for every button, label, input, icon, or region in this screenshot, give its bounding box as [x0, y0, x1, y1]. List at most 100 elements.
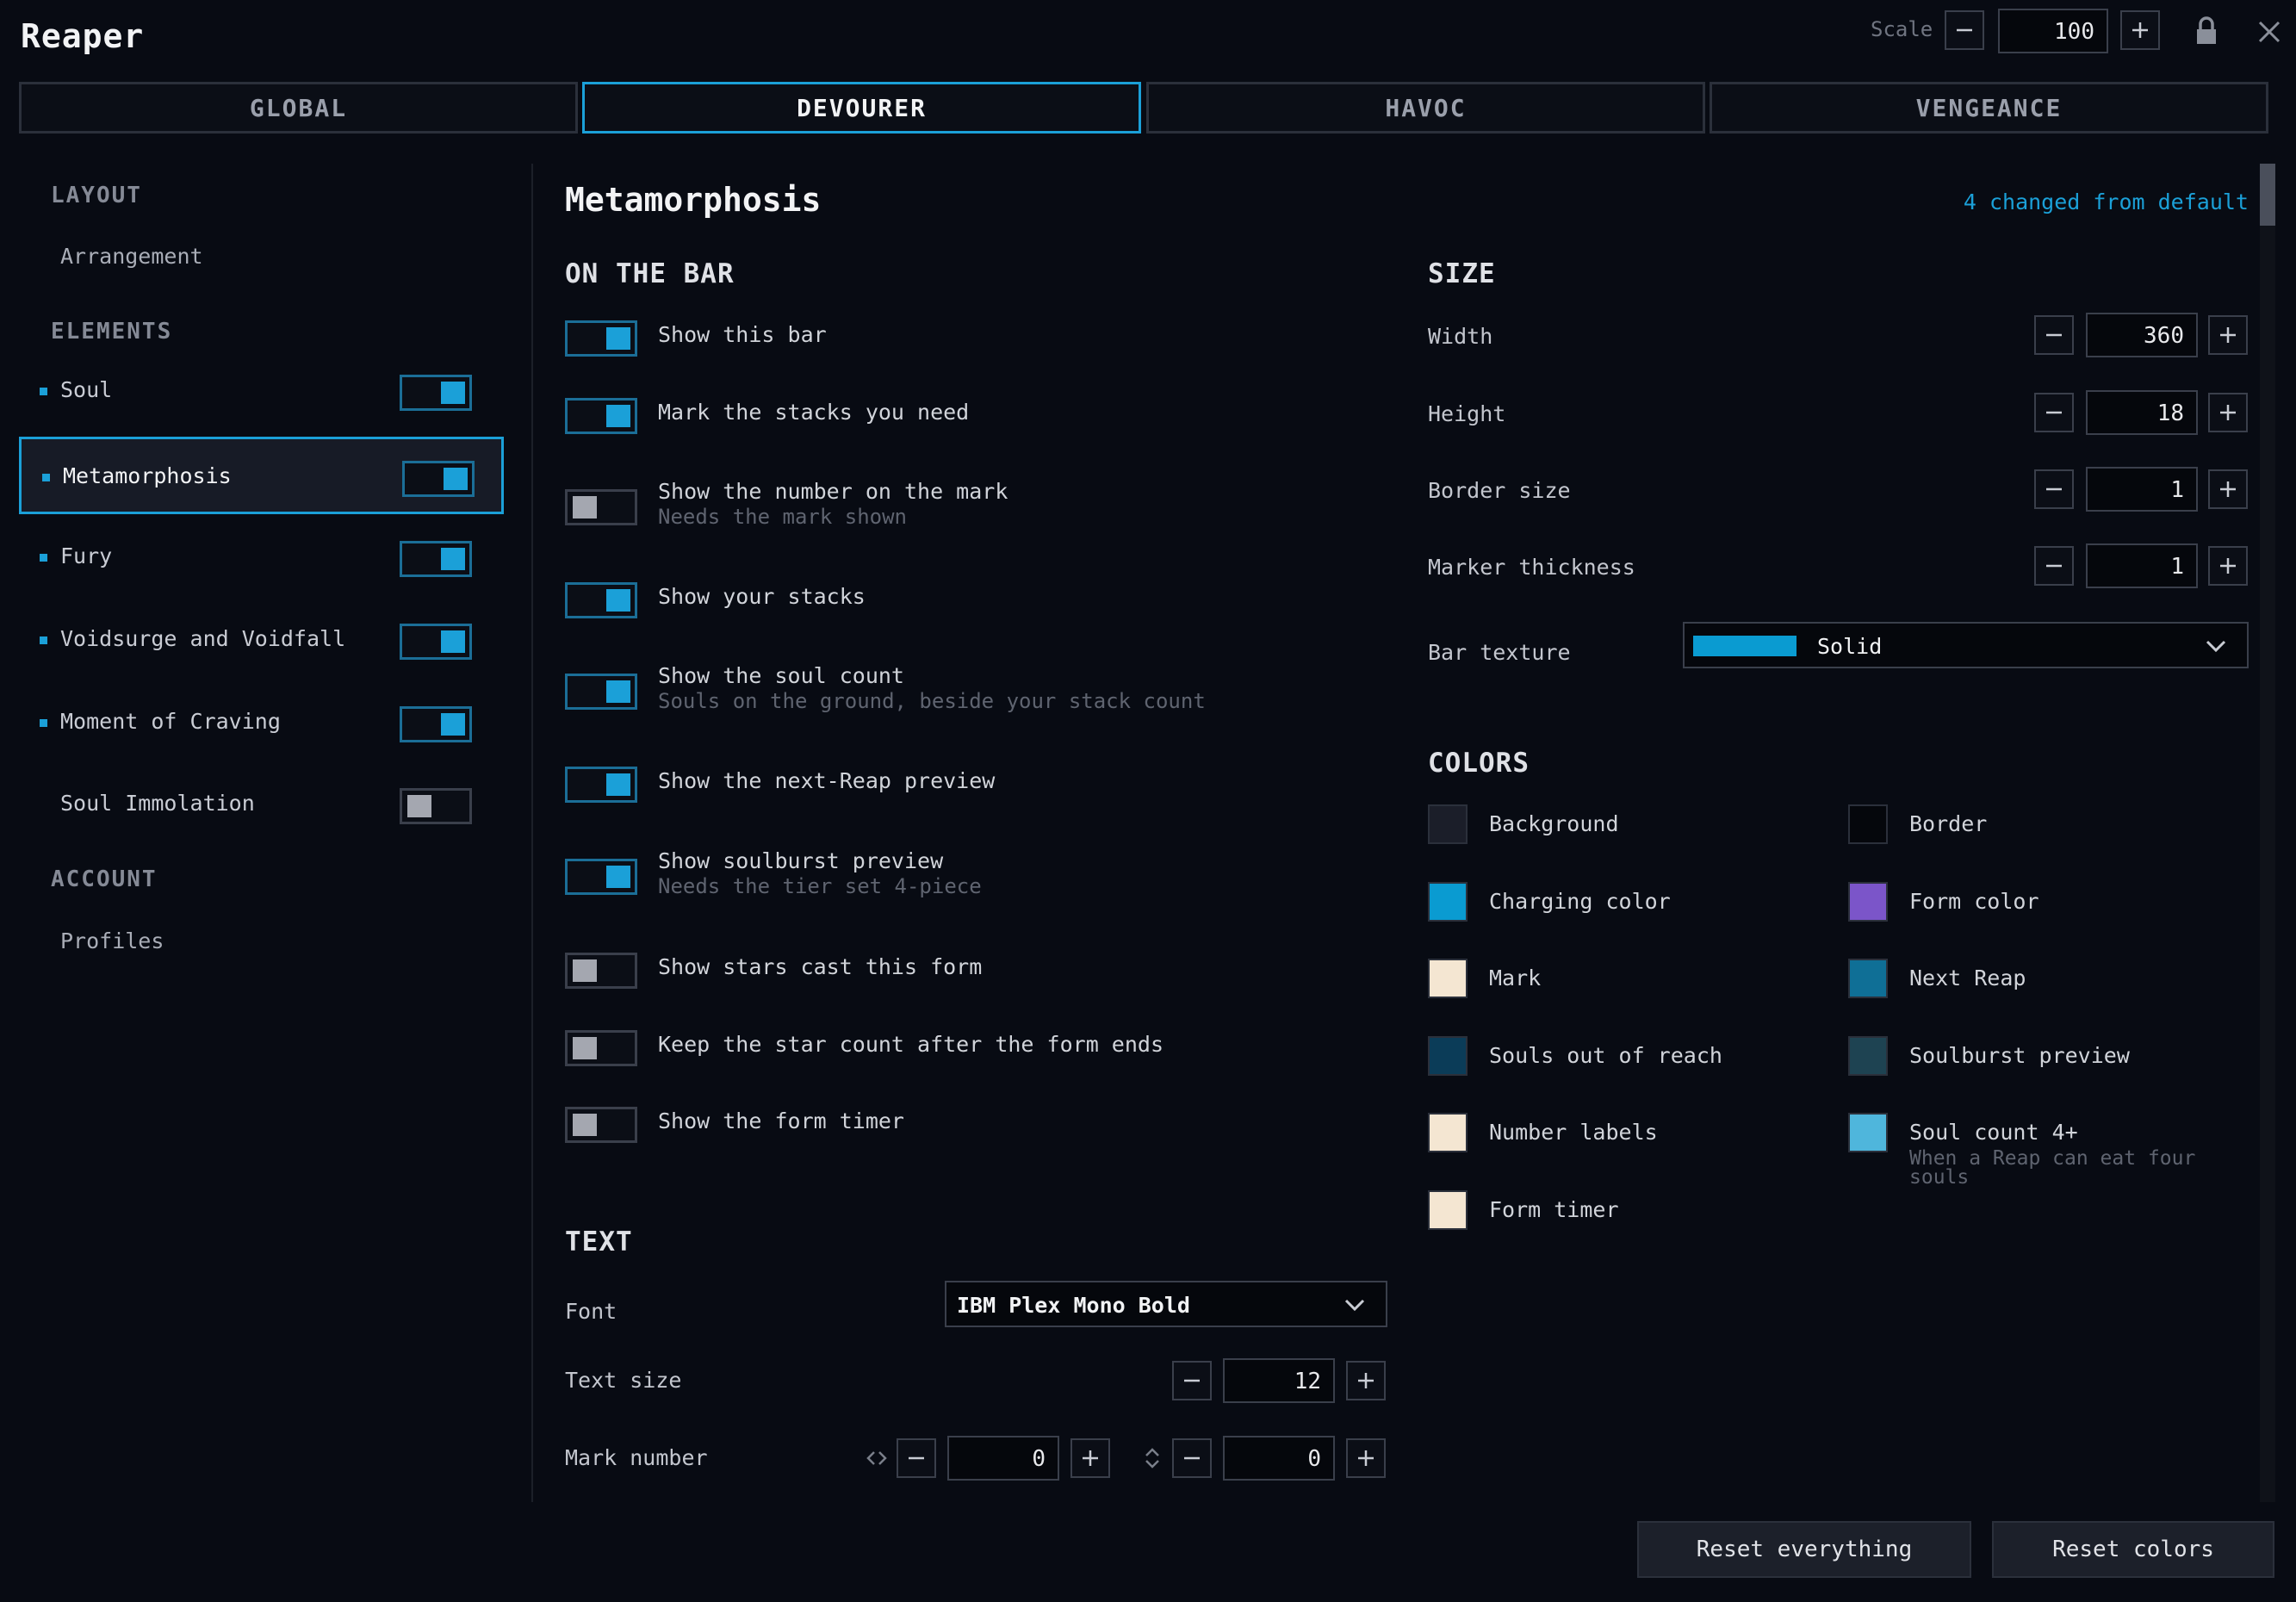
- scrollbar-thumb[interactable]: [2260, 164, 2275, 226]
- option-toggle[interactable]: [565, 674, 637, 710]
- mark-x-input[interactable]: 0: [947, 1436, 1059, 1481]
- scrollbar-track[interactable]: [2260, 164, 2275, 1502]
- plus-icon: [2220, 327, 2236, 343]
- sidebar-item-fury[interactable]: Fury: [19, 519, 504, 597]
- border-size-input[interactable]: 1: [2086, 467, 2198, 512]
- changed-from-default-link[interactable]: 4 changed from default: [1964, 189, 2249, 214]
- lock-icon[interactable]: [2193, 16, 2220, 47]
- mark-y-decrease-button[interactable]: [1172, 1438, 1212, 1478]
- text-size-decrease-button[interactable]: [1172, 1361, 1212, 1400]
- sidebar-divider: [531, 164, 533, 1502]
- bar-texture-label: Bar texture: [1428, 640, 1571, 665]
- height-decrease-button[interactable]: [2034, 393, 2074, 432]
- toggle-knob: [441, 713, 465, 736]
- sidebar-item-soul-immolation[interactable]: Soul Immolation: [19, 767, 504, 844]
- height-increase-button[interactable]: [2208, 393, 2248, 432]
- element-toggle[interactable]: [400, 375, 472, 411]
- scale-input[interactable]: 100: [1998, 9, 2108, 53]
- option-label: Show this bar: [658, 322, 827, 347]
- mark-color-swatch[interactable]: [1428, 959, 1468, 998]
- sidebar-item-profiles[interactable]: Profiles: [60, 928, 164, 953]
- option-toggle[interactable]: [565, 1107, 637, 1143]
- option-toggle[interactable]: [565, 320, 637, 357]
- toggle-knob: [606, 405, 630, 427]
- close-icon[interactable]: [2255, 17, 2284, 47]
- sidebar-item-moment-of-craving[interactable]: Moment of Craving: [19, 685, 504, 762]
- souls-out-of-reach-color-label: Souls out of reach: [1489, 1043, 1722, 1068]
- form-timer-color-swatch[interactable]: [1428, 1190, 1468, 1230]
- option-toggle[interactable]: [565, 582, 637, 618]
- width-increase-button[interactable]: [2208, 315, 2248, 355]
- bar-texture-value: Solid: [1817, 634, 1883, 659]
- toggle-knob: [444, 468, 468, 490]
- reset-colors-button[interactable]: Reset colors: [1992, 1521, 2274, 1578]
- scale-decrease-button[interactable]: [1945, 10, 1984, 50]
- toggle-knob: [573, 1037, 597, 1059]
- option-toggle[interactable]: [565, 489, 637, 525]
- border-size-increase-button[interactable]: [2208, 469, 2248, 509]
- number-labels-color-swatch[interactable]: [1428, 1113, 1468, 1152]
- text-size-label: Text size: [565, 1368, 682, 1393]
- option-label: Show soulburst preview: [658, 848, 944, 873]
- form-color-color-swatch[interactable]: [1848, 882, 1888, 922]
- plus-icon: [2220, 558, 2236, 574]
- option-label: Show the number on the mark: [658, 479, 1008, 504]
- toggle-knob: [441, 548, 465, 570]
- sidebar-item-soul[interactable]: Soul: [19, 353, 504, 431]
- border-size-decrease-button[interactable]: [2034, 469, 2074, 509]
- next-reap-color-swatch[interactable]: [1848, 959, 1888, 998]
- toggle-knob: [606, 866, 630, 888]
- mark-x-decrease-button[interactable]: [897, 1438, 936, 1478]
- option-toggle[interactable]: [565, 398, 637, 434]
- sidebar-item-voidsurge-and-voidfall[interactable]: Voidsurge and Voidfall: [19, 602, 504, 680]
- font-dropdown[interactable]: IBM Plex Mono Bold: [945, 1281, 1387, 1327]
- option-label: Mark the stacks you need: [658, 400, 970, 425]
- element-toggle[interactable]: [402, 461, 475, 497]
- tab-vengeance[interactable]: VENGEANCE: [1710, 82, 2268, 134]
- sidebar-item-metamorphosis[interactable]: Metamorphosis: [19, 437, 504, 514]
- marker-thickness-input[interactable]: 1: [2086, 543, 2198, 588]
- option-toggle[interactable]: [565, 953, 637, 989]
- element-toggle[interactable]: [400, 788, 472, 824]
- mark-x-increase-button[interactable]: [1070, 1438, 1110, 1478]
- width-input[interactable]: 360: [2086, 313, 2198, 357]
- soulburst-preview-color-swatch[interactable]: [1848, 1036, 1888, 1076]
- soulburst-preview-color-label: Soulburst preview: [1909, 1043, 2130, 1068]
- bar-texture-preview: [1693, 636, 1796, 656]
- text-size-input[interactable]: 12: [1223, 1358, 1335, 1403]
- element-toggle[interactable]: [400, 624, 472, 660]
- option-toggle[interactable]: [565, 1030, 637, 1066]
- mark-y-input[interactable]: 0: [1223, 1436, 1335, 1481]
- background-color-label: Background: [1489, 811, 1619, 836]
- option-toggle[interactable]: [565, 767, 637, 803]
- charging-color-color-swatch[interactable]: [1428, 882, 1468, 922]
- tab-havoc[interactable]: HAVOC: [1146, 82, 1705, 134]
- option-toggle[interactable]: [565, 859, 637, 895]
- background-color-swatch[interactable]: [1428, 804, 1468, 844]
- bar-texture-dropdown[interactable]: Solid: [1683, 622, 2249, 668]
- active-dot: [40, 554, 47, 562]
- border-color-swatch[interactable]: [1848, 804, 1888, 844]
- marker-thickness-decrease-button[interactable]: [2034, 546, 2074, 586]
- plus-icon: [2220, 405, 2236, 420]
- reset-everything-button[interactable]: Reset everything: [1637, 1521, 1971, 1578]
- text-size-increase-button[interactable]: [1346, 1361, 1386, 1400]
- tab-devourer[interactable]: DEVOURER: [582, 82, 1141, 134]
- sidebar-item-arrangement[interactable]: Arrangement: [60, 244, 203, 269]
- width-decrease-button[interactable]: [2034, 315, 2074, 355]
- element-toggle[interactable]: [400, 541, 472, 577]
- element-toggle[interactable]: [400, 706, 472, 742]
- soul-count-4-color-swatch[interactable]: [1848, 1113, 1888, 1152]
- tab-global[interactable]: GLOBAL: [19, 82, 578, 134]
- scale-increase-button[interactable]: [2120, 10, 2160, 50]
- mark-y-increase-button[interactable]: [1346, 1438, 1386, 1478]
- toggle-knob: [441, 382, 465, 404]
- marker-thickness-increase-button[interactable]: [2208, 546, 2248, 586]
- option-description: Needs the tier set 4-piece: [658, 874, 982, 898]
- form-timer-color-label: Form timer: [1489, 1197, 1619, 1222]
- minus-icon: [2046, 564, 2062, 568]
- souls-out-of-reach-color-swatch[interactable]: [1428, 1036, 1468, 1076]
- mark-color-label: Mark: [1489, 966, 1542, 990]
- border-size-label: Border size: [1428, 478, 1571, 503]
- height-input[interactable]: 18: [2086, 390, 2198, 435]
